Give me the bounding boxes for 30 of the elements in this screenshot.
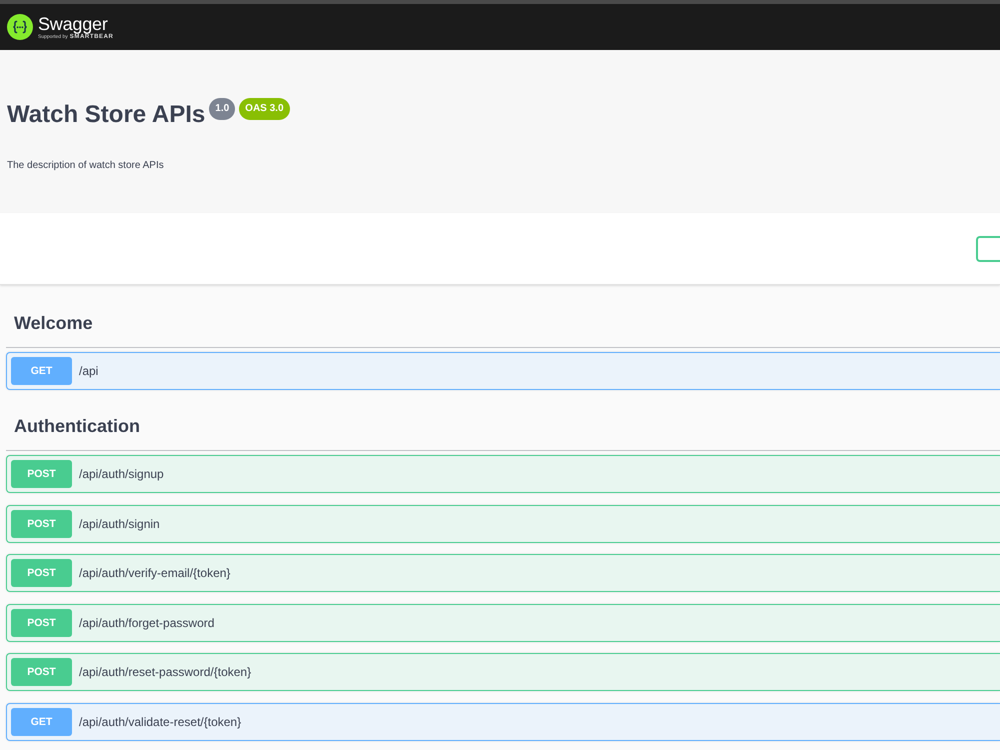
endpoint-path: /api/auth/validate-reset/{token} (79, 714, 242, 728)
operation-row[interactable]: POST /api/auth/signup (6, 455, 1000, 493)
http-method-tag: POST (11, 658, 72, 686)
tag-heading[interactable]: Authentication (6, 402, 1000, 451)
http-method-tag: POST (11, 608, 72, 636)
http-method-tag: GET (11, 708, 72, 736)
operation-row[interactable]: POST /api/auth/verify-email/{token} (6, 554, 1000, 592)
operation-row[interactable]: POST /api/auth/reset-password/{token} (6, 653, 1000, 691)
tag-heading[interactable]: Welcome (6, 299, 1000, 348)
http-method-tag: POST (11, 559, 72, 587)
logo-icon (7, 14, 33, 40)
http-method-tag: POST (11, 460, 72, 488)
outlined-button[interactable] (976, 236, 1000, 262)
endpoint-path: /api/auth/forget-password (79, 616, 214, 630)
operation-row[interactable]: POST /api/auth/forget-password (6, 604, 1000, 642)
http-method-tag: GET (11, 357, 72, 385)
operation-row[interactable]: GET /api (6, 352, 1000, 390)
version-badge: 1.0 (209, 98, 236, 120)
endpoint-path: /api/auth/reset-password/{token} (79, 665, 252, 679)
endpoint-path: /api/auth/signin (79, 516, 160, 530)
logo-text: Swagger (38, 14, 108, 34)
api-description: The description of watch store APIs (7, 159, 165, 173)
endpoint-path: /api/auth/verify-email/{token} (79, 566, 230, 580)
endpoint-path: /api/auth/signup (79, 467, 164, 481)
operation-row[interactable]: POST /api/auth/signin (6, 504, 1000, 542)
endpoint-path: /api (79, 364, 98, 378)
http-method-tag: POST (11, 510, 72, 538)
spec-version-badge: OAS 3.0 (239, 98, 290, 120)
api-title: Watch Store APIs (7, 100, 206, 130)
operation-row[interactable]: GET /api/auth/validate-reset/{token} (6, 702, 1000, 740)
